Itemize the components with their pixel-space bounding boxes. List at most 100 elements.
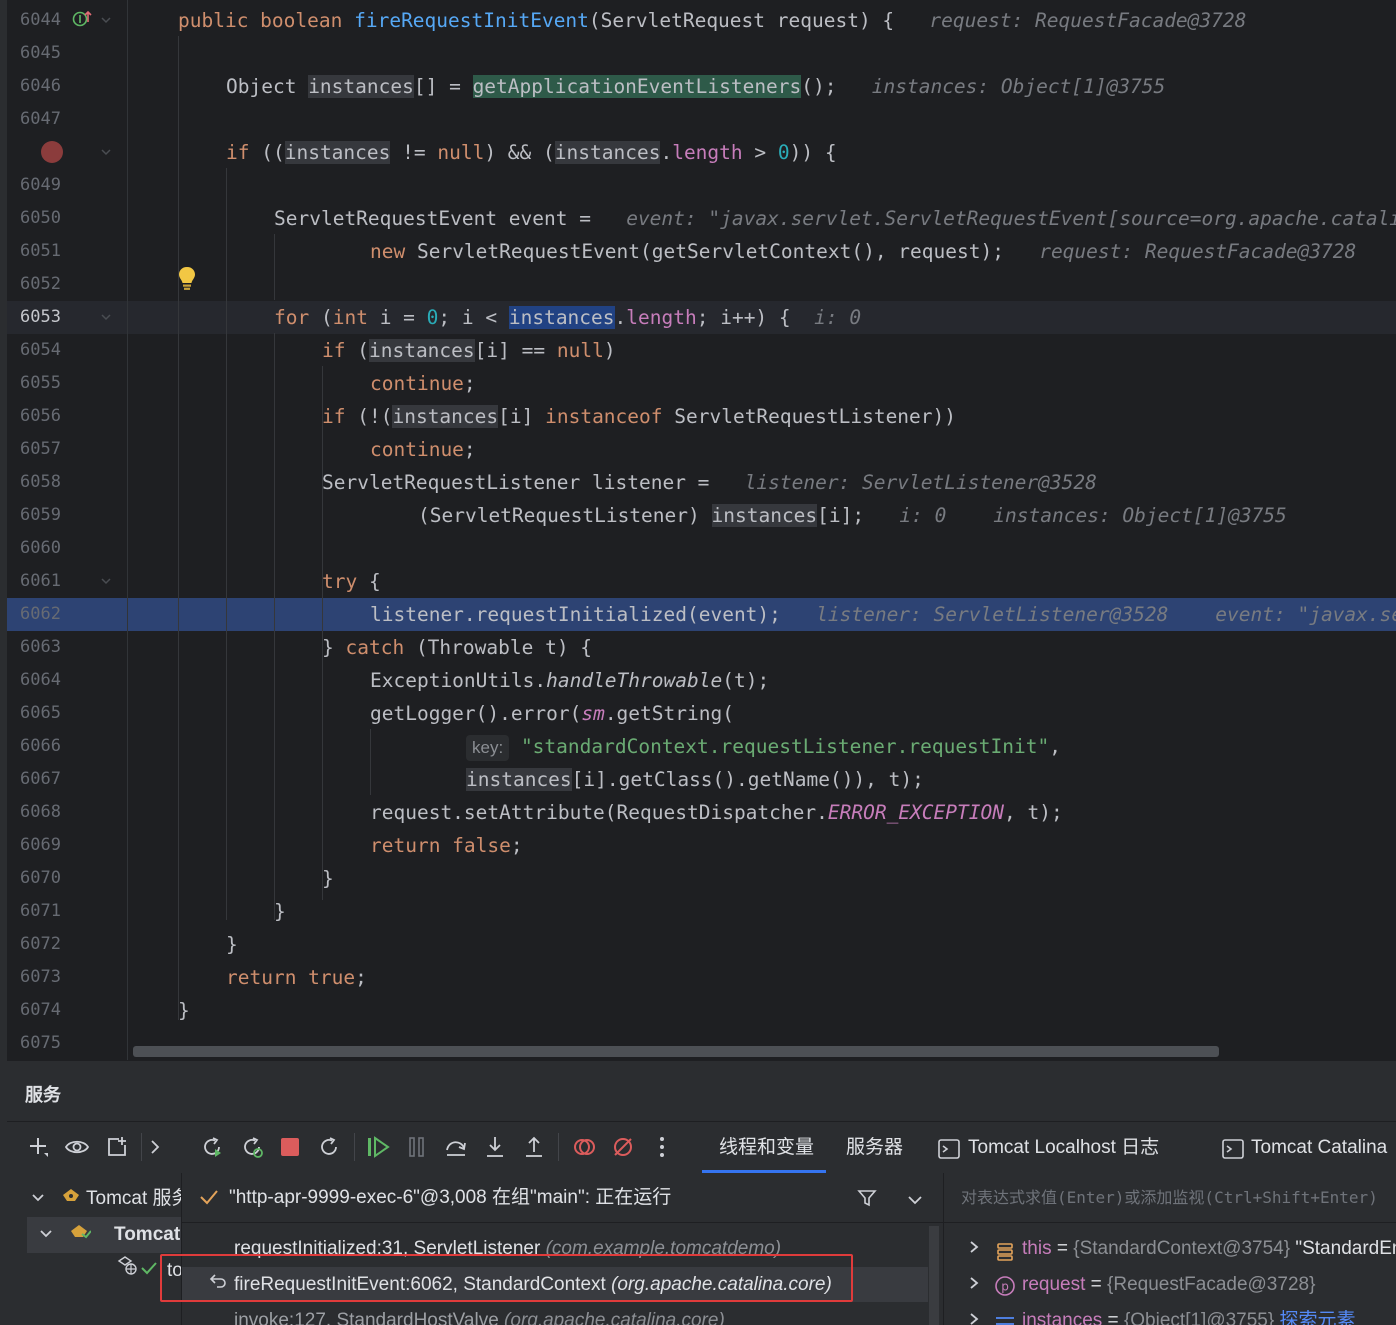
tab-threads-variables[interactable]: 线程和变量 <box>719 1133 814 1163</box>
line-number[interactable]: 6059 <box>20 499 80 532</box>
tab-tomcat-catalina[interactable]: Tomcat Catalina <box>1251 1133 1387 1163</box>
line-number[interactable]: 6064 <box>20 664 80 697</box>
line-number[interactable]: 6068 <box>20 796 80 829</box>
code-line[interactable]: 6074} <box>0 994 1396 1027</box>
line-number[interactable]: 6073 <box>20 961 80 994</box>
stack-frame[interactable]: invoke:127, StandardHostValve (org.apach… <box>182 1303 928 1325</box>
line-number[interactable]: 6061 <box>20 565 80 598</box>
fold-icon[interactable] <box>100 311 114 325</box>
chevron-down-icon[interactable] <box>31 1181 45 1217</box>
tab-tomcat-localhost-log[interactable]: Tomcat Localhost 日志 <box>968 1133 1159 1163</box>
line-number[interactable]: 6046 <box>20 70 80 103</box>
line-number[interactable]: 6053 <box>20 301 80 334</box>
code-line[interactable]: 6066 key: "standardContext.requestListene… <box>0 730 1396 763</box>
fold-icon[interactable] <box>100 146 114 160</box>
line-number[interactable]: 6044 <box>20 4 80 37</box>
line-number[interactable]: 6050 <box>20 202 80 235</box>
rerun-failed-icon[interactable] <box>238 1133 266 1161</box>
code-line[interactable]: 6065 getLogger().error(sm.getString( <box>0 697 1396 730</box>
code-line[interactable]: 6051 new ServletRequestEvent(getServletCo… <box>0 235 1396 268</box>
code-line[interactable]: 6061 try { <box>0 565 1396 598</box>
restore-icon[interactable] <box>315 1133 343 1161</box>
code-line[interactable]: 6047 <box>0 103 1396 136</box>
code-line[interactable]: 6052 <box>0 268 1396 301</box>
line-number[interactable]: 6054 <box>20 334 80 367</box>
rerun-icon[interactable] <box>198 1133 226 1161</box>
code-line[interactable]: 6044 public boolean fireRequestInitEvent(… <box>0 4 1396 37</box>
line-number[interactable]: 6052 <box>20 268 80 301</box>
code-line[interactable]: if ((instances != null) && (instances.le… <box>0 136 1396 169</box>
line-number[interactable]: 6063 <box>20 631 80 664</box>
line-number[interactable]: 6051 <box>20 235 80 268</box>
pause-icon[interactable] <box>403 1133 431 1161</box>
chevron-right-icon[interactable] <box>968 1303 980 1325</box>
line-number[interactable]: 6075 <box>20 1027 80 1060</box>
code-line[interactable]: 6058 ServletRequestListener listener = li… <box>0 466 1396 499</box>
chevron-down-icon[interactable] <box>39 1217 53 1253</box>
code-line[interactable]: 6045 <box>0 37 1396 70</box>
add-icon[interactable] <box>25 1133 53 1161</box>
variable-row-this[interactable]: this = {StandardContext@3754} "StandardE… <box>944 1231 1396 1266</box>
code-line[interactable]: 6068 request.setAttribute(RequestDispatch… <box>0 796 1396 829</box>
code-line[interactable]: 6063} catch (Throwable t) { <box>0 631 1396 664</box>
step-out-icon[interactable] <box>520 1133 548 1161</box>
view-breakpoints-icon[interactable] <box>570 1133 598 1161</box>
code-line[interactable]: 6073 return true; <box>0 961 1396 994</box>
line-number[interactable]: 6055 <box>20 367 80 400</box>
line-number[interactable]: 6067 <box>20 763 80 796</box>
line-number[interactable]: 6071 <box>20 895 80 928</box>
code-line[interactable]: 6060 <box>0 532 1396 565</box>
line-number[interactable]: 6074 <box>20 994 80 1027</box>
tree-item-tomcat[interactable]: Tomcat <box>27 1217 181 1253</box>
variable-row-request[interactable]: p request = {RequestFacade@3728} <box>944 1267 1396 1302</box>
more-options-icon[interactable] <box>648 1133 676 1161</box>
line-number[interactable]: 6056 <box>20 400 80 433</box>
code-line[interactable]: 6056 if (!(instances[i] instanceof Servle… <box>0 400 1396 433</box>
line-number[interactable]: 6049 <box>20 169 80 202</box>
tree-item-tomcat-server[interactable]: Tomcat 服务器 <box>7 1181 181 1217</box>
code-line[interactable]: 6072} <box>0 928 1396 961</box>
code-line[interactable]: 6067 instances[i].getClass().getName()), … <box>0 763 1396 796</box>
step-into-icon[interactable] <box>481 1133 509 1161</box>
code-line[interactable]: 6064 ExceptionUtils.handleThrowable(t); <box>0 664 1396 697</box>
resume-icon[interactable] <box>364 1133 392 1161</box>
code-line[interactable]: 6057 continue; <box>0 433 1396 466</box>
new-tab-icon[interactable] <box>103 1133 131 1161</box>
code-line[interactable]: 6053 for (int i = 0; i < instances.length… <box>0 301 1396 334</box>
code-line[interactable]: 6055 continue; <box>0 367 1396 400</box>
code-editor[interactable]: 6044 public boolean fireRequestInitEvent(… <box>0 0 1396 1060</box>
filter-icon[interactable] <box>857 1188 877 1212</box>
mute-breakpoints-icon[interactable] <box>609 1133 637 1161</box>
stop-icon[interactable] <box>276 1133 304 1161</box>
line-number[interactable]: 6058 <box>20 466 80 499</box>
chevron-right-icon[interactable] <box>968 1267 980 1302</box>
explore-elements-link[interactable]: 探索元素 <box>1280 1310 1356 1325</box>
code-line[interactable]: 6069 return false; <box>0 829 1396 862</box>
code-line[interactable]: 6070} <box>0 862 1396 895</box>
tree-item-artifact[interactable]: tomcatdemo <box>7 1253 181 1289</box>
line-number[interactable]: 6057 <box>20 433 80 466</box>
line-number[interactable]: 6047 <box>20 103 80 136</box>
code-line[interactable]: 6046 Object instances[] = getApplicationE… <box>0 70 1396 103</box>
evaluate-expression-input[interactable]: 对表达式求值(Enter)或添加监视(Ctrl+Shift+Enter) <box>944 1173 1396 1223</box>
chevron-right-icon[interactable] <box>968 1231 980 1266</box>
breakpoint-icon[interactable] <box>41 141 63 163</box>
line-number[interactable]: 6070 <box>20 862 80 895</box>
frames-scrollbar[interactable] <box>929 1226 939 1325</box>
line-number[interactable]: 6062 <box>20 598 80 631</box>
chevron-down-icon[interactable] <box>907 1191 923 1210</box>
variable-row-instances[interactable]: instances = {Object[1]@3755} 探索元素 <box>944 1303 1396 1325</box>
code-line[interactable]: 6054 if (instances[i] == null) <box>0 334 1396 367</box>
thread-selector[interactable]: "http-apr-9999-exec-6"@3,008 在组"main": 正… <box>181 1173 943 1223</box>
line-number[interactable]: 6069 <box>20 829 80 862</box>
line-number[interactable]: 6066 <box>20 730 80 763</box>
code-line[interactable]: 6071} <box>0 895 1396 928</box>
horizontal-scrollbar-thumb[interactable] <box>133 1046 1219 1057</box>
code-line[interactable]: 6049 <box>0 169 1396 202</box>
line-number[interactable]: 6072 <box>20 928 80 961</box>
line-number[interactable]: 6065 <box>20 697 80 730</box>
fold-icon[interactable] <box>100 14 114 28</box>
lightbulb-icon[interactable] <box>178 266 196 292</box>
chevron-right-icon[interactable] <box>141 1133 169 1161</box>
implements-method-icon[interactable] <box>72 9 94 29</box>
